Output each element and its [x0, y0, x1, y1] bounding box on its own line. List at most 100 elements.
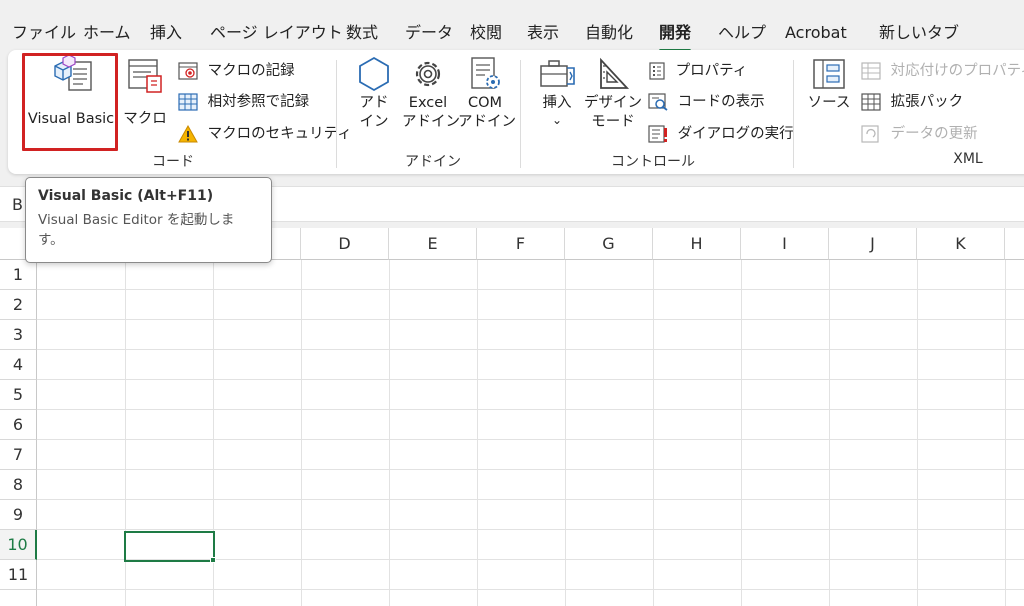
design-mode-label-line1: デザイン	[584, 95, 642, 111]
gridline	[829, 260, 830, 606]
row-header-2[interactable]: 2	[0, 290, 37, 320]
macro-security-button[interactable]: マクロのセキュリティ	[178, 121, 352, 147]
tab-page-layout[interactable]: ページ レイアウト	[210, 18, 343, 48]
tab-automate[interactable]: 自動化	[585, 18, 633, 48]
warning-icon	[178, 125, 198, 143]
run-dialog-icon	[648, 125, 667, 143]
tooltip-description-line2: す。	[38, 232, 64, 248]
run-dialog-label: ダイアログの実行	[677, 126, 794, 142]
gridline	[389, 260, 390, 606]
name-box[interactable]: B	[12, 195, 23, 214]
gridline	[37, 379, 1024, 380]
group-label-code: コード	[152, 154, 194, 170]
refresh-data-button[interactable]: データの更新	[861, 121, 978, 147]
xml-source-button[interactable]: ソース	[806, 54, 852, 113]
macros-label: マクロ	[123, 111, 167, 127]
tooltip-description-line1: Visual Basic Editor を起動しま	[38, 212, 235, 228]
tab-acrobat[interactable]: Acrobat	[785, 18, 847, 48]
expansion-packs-label: 拡張パック	[890, 94, 964, 110]
xml-source-icon	[813, 59, 845, 89]
properties-icon	[649, 62, 665, 80]
column-header-k[interactable]: K	[917, 228, 1005, 260]
row-header-9[interactable]: 9	[0, 500, 37, 530]
tab-review[interactable]: 校閲	[470, 18, 502, 48]
tab-insert[interactable]: 挿入	[150, 18, 182, 48]
group-label-controls: コントロール	[611, 154, 695, 170]
gridline	[37, 319, 1024, 320]
active-cell[interactable]	[124, 531, 215, 562]
row-header-10[interactable]: 10	[0, 530, 37, 560]
tab-view[interactable]: 表示	[527, 18, 559, 48]
expansion-packs-button[interactable]: 拡張パック	[861, 89, 963, 115]
column-header-i[interactable]: I	[741, 228, 829, 260]
column-header-g[interactable]: G	[565, 228, 653, 260]
gridline	[37, 289, 1024, 290]
row-header-3[interactable]: 3	[0, 320, 37, 350]
gridline	[741, 260, 742, 606]
gridline	[565, 260, 566, 606]
relative-reference-label: 相対参照で記録	[207, 94, 310, 110]
row-header-7[interactable]: 7	[0, 440, 37, 470]
tab-formulas[interactable]: 数式	[346, 18, 378, 48]
gridline	[477, 260, 478, 606]
run-dialog-button[interactable]: ダイアログの実行	[648, 121, 794, 147]
column-header-j[interactable]: J	[829, 228, 917, 260]
com-add-ins-label-line2: アドイン	[458, 114, 516, 130]
visual-basic-highlight-box	[22, 53, 118, 151]
view-code-button[interactable]: コードの表示	[648, 89, 765, 115]
tooltip-title: Visual Basic (Alt+F11)	[38, 188, 214, 204]
insert-control-button[interactable]: 挿入 ⌄	[534, 54, 580, 127]
row-header-4[interactable]: 4	[0, 350, 37, 380]
row-header-6[interactable]: 6	[0, 410, 37, 440]
tab-new-tab[interactable]: 新しいタブ	[879, 18, 959, 48]
gridline	[917, 260, 918, 606]
gridline	[37, 409, 1024, 410]
row-header-8[interactable]: 8	[0, 470, 37, 500]
row-header-12[interactable]	[0, 590, 37, 606]
row-header-5[interactable]: 5	[0, 380, 37, 410]
excel-add-ins-label-line2: アドイン	[402, 114, 460, 130]
gridline	[37, 499, 1024, 500]
use-relative-references-button[interactable]: 相対参照で記録	[178, 89, 309, 115]
map-properties-icon	[861, 62, 881, 80]
map-properties-button[interactable]: 対応付けのプロパティ	[861, 58, 1024, 84]
column-header-l[interactable]	[1005, 228, 1024, 260]
column-header-e[interactable]: E	[389, 228, 477, 260]
macros-button[interactable]: マクロ	[120, 54, 170, 129]
excel-add-ins-label-line1: Excel	[408, 95, 448, 111]
add-ins-button[interactable]: アド イン	[352, 54, 396, 132]
record-macro-button[interactable]: マクロの記録	[178, 58, 295, 84]
tab-data[interactable]: データ	[405, 18, 453, 48]
excel-add-ins-button[interactable]: Excel アドイン	[402, 54, 460, 132]
gridline	[37, 469, 1024, 470]
gridline	[1005, 260, 1006, 606]
fill-handle[interactable]	[210, 557, 216, 563]
tab-file[interactable]: ファイル	[12, 18, 76, 48]
group-separator	[793, 60, 794, 168]
row-header-1[interactable]: 1	[0, 260, 37, 290]
com-add-ins-button[interactable]: COM アドイン	[458, 54, 516, 132]
toolbox-icon	[540, 60, 575, 87]
worksheet-grid[interactable]: A B C D E F G H I J K 1 2 3 4 5 6 7 8 9 …	[0, 228, 1024, 606]
view-code-label: コードの表示	[677, 94, 765, 110]
add-ins-label-line2: イン	[359, 114, 389, 130]
column-header-d[interactable]: D	[301, 228, 389, 260]
column-header-h[interactable]: H	[653, 228, 741, 260]
refresh-data-label: データの更新	[890, 126, 978, 142]
macro-security-label: マクロのセキュリティ	[207, 126, 352, 142]
chevron-down-icon: ⌄	[551, 113, 563, 127]
record-macro-label: マクロの記録	[207, 63, 295, 79]
group-label-xml: XML	[953, 151, 983, 167]
tab-home[interactable]: ホーム	[83, 18, 131, 48]
properties-button[interactable]: プロパティ	[648, 58, 747, 84]
column-header-f[interactable]: F	[477, 228, 565, 260]
tab-help[interactable]: ヘルプ	[718, 18, 766, 48]
gridline	[37, 349, 1024, 350]
tab-developer[interactable]: 開発	[659, 18, 692, 52]
gridline	[37, 529, 1024, 530]
gridline	[37, 589, 1024, 590]
tooltip-description: Visual Basic Editor を起動しま す。	[38, 210, 259, 250]
row-header-11[interactable]: 11	[0, 560, 37, 590]
design-mode-button[interactable]: デザイン モード	[584, 54, 642, 132]
expansion-packs-icon	[861, 93, 881, 111]
